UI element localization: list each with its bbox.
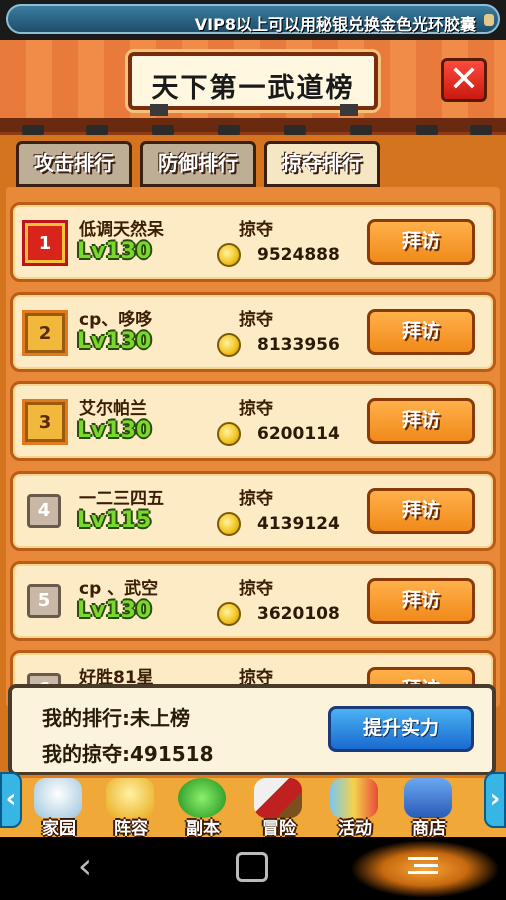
my-rank-text: 我的排行:未上榜: [42, 706, 190, 730]
tab-defense-ranking[interactable]: 防御排行: [140, 141, 256, 187]
close-button[interactable]: ✕: [441, 58, 487, 102]
announcement-banner: VIP8以上可以用秘银兑换金色光环胶囊: [0, 0, 506, 40]
nav-adventure[interactable]: 冒险: [244, 776, 314, 839]
menu-icon: [408, 857, 438, 860]
back-icon: ‹: [77, 846, 93, 887]
banner-text: VIP8以上可以用秘银兑换金色光环胶囊: [194, 15, 476, 34]
adventure-sword-icon: [254, 778, 302, 818]
roof-peg: [470, 125, 492, 135]
player-level: Lv130: [77, 239, 152, 264]
visit-button[interactable]: 拜访: [367, 488, 475, 534]
plunder-value: 9524888: [257, 245, 340, 265]
player-name: 艾尔帕兰: [79, 399, 147, 419]
gold-coin-icon: [217, 602, 241, 626]
my-ranking-panel: 我的排行:未上榜 我的掠夺:491518 提升实力: [8, 684, 496, 776]
title-hook: [150, 104, 168, 116]
player-name: cp、哆哆: [79, 310, 153, 330]
tab-attack-ranking[interactable]: 攻击排行: [16, 141, 132, 187]
menu-icon-line: [414, 864, 438, 867]
player-name: 一二三四五: [79, 489, 164, 509]
nav-dungeon[interactable]: 副本: [168, 776, 238, 839]
plunder-label: 掠夺: [239, 489, 273, 509]
tab-plunder-ranking[interactable]: 掠夺排行: [264, 141, 380, 187]
visit-button[interactable]: 拜访: [367, 578, 475, 624]
roof-peg: [22, 125, 44, 135]
boost-strength-button[interactable]: 提升实力: [328, 706, 474, 752]
visit-button[interactable]: 拜访: [367, 309, 475, 355]
menu-button[interactable]: [408, 857, 438, 879]
roof-peg: [416, 125, 438, 135]
gold-coin-icon: [217, 333, 241, 357]
event-potions-icon: [330, 778, 378, 818]
ranking-row: 1 低调天然呆 Lv130 掠夺 9524888 拜访: [10, 202, 496, 282]
roof-peg: [86, 125, 108, 135]
player-level: Lv130: [77, 598, 152, 623]
nav-label: 副本: [186, 819, 220, 839]
page-title: 天下第一武道榜: [151, 73, 355, 104]
plunder-value: 4139124: [257, 514, 340, 534]
plunder-label: 掠夺: [239, 220, 273, 240]
nav-left-arrow[interactable]: ‹: [0, 772, 22, 828]
roof-peg: [284, 125, 306, 135]
nav-home[interactable]: 家园: [24, 776, 94, 839]
plunder-value: 6200114: [257, 424, 340, 444]
player-name: cp 、武空: [79, 579, 159, 599]
plunder-value: 3620108: [257, 604, 340, 624]
banner-frame: VIP8以上可以用秘银兑换金色光环胶囊: [6, 4, 500, 34]
shop-cart-icon: [404, 778, 452, 818]
rank-badge: 5: [27, 584, 61, 618]
rank-badge: 2: [22, 310, 68, 356]
ranking-row: 4 一二三四五 Lv115 掠夺 4139124 拜访: [10, 471, 496, 551]
visit-button[interactable]: 拜访: [367, 219, 475, 265]
plunder-label: 掠夺: [239, 310, 273, 330]
rank-badge: 4: [27, 494, 61, 528]
nav-events[interactable]: 活动: [320, 776, 390, 839]
rank-badge: 3: [22, 399, 68, 445]
visit-button[interactable]: 拜访: [367, 398, 475, 444]
chevron-left-icon: ‹: [5, 784, 17, 814]
nav-right-arrow[interactable]: ›: [484, 772, 506, 828]
player-level: Lv130: [77, 418, 152, 443]
plunder-value: 8133956: [257, 335, 340, 355]
home-capsule-icon: [34, 778, 82, 818]
back-button[interactable]: ‹: [70, 849, 100, 885]
gold-coin-icon: [217, 512, 241, 536]
roof-peg: [152, 125, 174, 135]
gold-coin-icon: [217, 243, 241, 267]
rank-badge: 1: [22, 220, 68, 266]
plunder-label: 掠夺: [239, 399, 273, 419]
my-plunder-text: 我的掠夺:491518: [42, 742, 214, 766]
dungeon-radar-icon: [178, 778, 226, 818]
nav-label: 家园: [42, 819, 76, 839]
roof-peg: [218, 125, 240, 135]
ranking-row: 2 cp、哆哆 Lv130 掠夺 8133956 拜访: [10, 292, 496, 372]
ranking-row: 3 艾尔帕兰 Lv130 掠夺 6200114 拜访: [10, 381, 496, 461]
nav-label: 活动: [338, 819, 372, 839]
home-button[interactable]: [236, 852, 268, 882]
banner-endcap: [484, 14, 494, 26]
player-name: 低调天然呆: [79, 220, 164, 240]
nav-label: 冒险: [262, 819, 296, 839]
player-level: Lv115: [77, 508, 152, 533]
plunder-label: 掠夺: [239, 579, 273, 599]
gold-coin-icon: [217, 422, 241, 446]
nav-label: 阵容: [114, 819, 148, 839]
close-icon: ✕: [448, 59, 480, 100]
nav-label: 商店: [412, 819, 446, 839]
nav-shop[interactable]: 商店: [394, 776, 464, 839]
nav-lineup[interactable]: 阵容: [96, 776, 166, 839]
menu-icon-line: [408, 871, 438, 874]
title-hook: [340, 104, 358, 116]
ranking-row: 5 cp 、武空 Lv130 掠夺 3620108 拜访: [10, 561, 496, 641]
title-board: 天下第一武道榜: [128, 52, 378, 110]
player-level: Lv130: [77, 329, 152, 354]
chevron-right-icon: ›: [489, 784, 501, 814]
roof-peg: [350, 125, 372, 135]
lineup-icon: [106, 778, 154, 818]
